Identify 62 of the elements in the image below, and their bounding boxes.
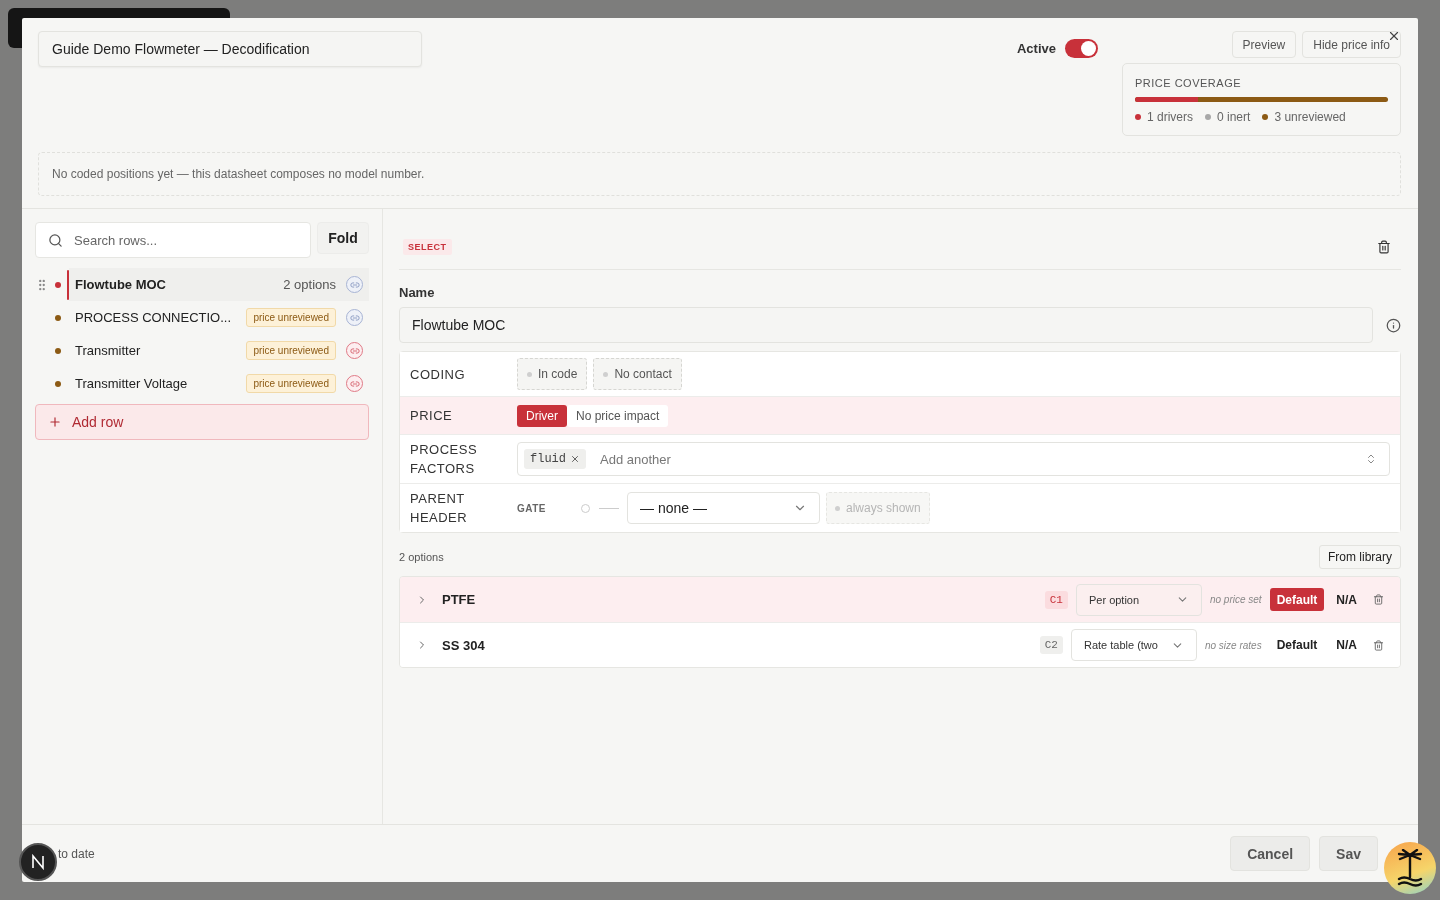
link-icon[interactable] bbox=[346, 342, 363, 359]
price-note: no size rates bbox=[1204, 639, 1262, 651]
save-button[interactable]: Sav bbox=[1319, 836, 1378, 871]
price-option[interactable]: Driver bbox=[517, 404, 567, 427]
hide-price-info-button[interactable]: Hide price info bbox=[1302, 31, 1401, 58]
default-button[interactable]: Default bbox=[1269, 588, 1325, 611]
search-icon bbox=[48, 232, 63, 248]
pricing-select[interactable]: Per option bbox=[1075, 583, 1202, 616]
remove-icon[interactable] bbox=[570, 454, 580, 464]
plus-icon bbox=[48, 415, 62, 429]
from-library-button[interactable]: From library bbox=[1319, 545, 1401, 569]
pricing-select[interactable]: Rate table (two bbox=[1070, 629, 1197, 661]
property-label: PARENT HEADER bbox=[410, 490, 469, 527]
preview-button[interactable]: Preview bbox=[1231, 31, 1297, 58]
tags-field[interactable]: fluid Add another bbox=[517, 442, 1390, 476]
title-field[interactable]: Guide Demo Flowmeter — Decodification bbox=[38, 31, 422, 67]
default-button[interactable]: Default bbox=[1269, 633, 1325, 657]
legend-item: 3 unreviewed bbox=[1262, 110, 1346, 124]
row-item[interactable]: Transmitter Voltage price unreviewed bbox=[69, 367, 369, 400]
active-label: Active bbox=[1016, 41, 1056, 56]
property-label: PRICE bbox=[410, 407, 454, 425]
option-value: N/A bbox=[1336, 638, 1357, 652]
notice-text: No coded positions yet — this datasheet composes no model number. bbox=[52, 167, 425, 181]
search-input[interactable]: Search rows... bbox=[72, 231, 298, 249]
coding-chip[interactable]: No contact bbox=[593, 358, 682, 390]
gate-label: GATE bbox=[517, 502, 548, 514]
row-item[interactable]: Transmitter price unreviewed bbox=[69, 334, 369, 367]
status-chip: always shown bbox=[826, 492, 930, 524]
active-toggle[interactable] bbox=[1065, 39, 1098, 58]
parent-select[interactable]: — none — bbox=[627, 492, 820, 524]
cancel-button[interactable]: Cancel bbox=[1230, 836, 1311, 871]
add-row-button[interactable]: Add row bbox=[35, 404, 369, 440]
option-code: C2 bbox=[1039, 636, 1063, 654]
row-item[interactable]: PROCESS CONNECTIO... price unreviewed bbox=[69, 301, 369, 334]
name-label: Name bbox=[399, 285, 436, 300]
property-label: CODING bbox=[410, 365, 466, 384]
type-tag: SELECT bbox=[403, 239, 452, 255]
option-value: N/A bbox=[1336, 592, 1357, 607]
price-note: no price set bbox=[1209, 594, 1262, 605]
trash-icon[interactable] bbox=[1377, 240, 1391, 254]
row-item[interactable]: Flowtube MOC 2 options bbox=[69, 268, 369, 301]
coding-chip[interactable]: In code bbox=[517, 358, 588, 390]
fold-button[interactable]: Fold bbox=[317, 222, 369, 254]
option-code: C1 bbox=[1044, 590, 1068, 609]
property-label: PROCESS FACTORS bbox=[410, 441, 479, 478]
price-option[interactable]: No price impact bbox=[567, 404, 669, 427]
legend-item: 1 drivers bbox=[1135, 110, 1193, 124]
name-field[interactable]: Flowtube MOC bbox=[399, 307, 1373, 343]
option-row[interactable]: SS 304 C2 Rate table (two no size rates Default N/A bbox=[400, 622, 1400, 667]
card-title: PRICE COVERAGE bbox=[1135, 77, 1243, 89]
option-name: SS 304 bbox=[442, 637, 486, 653]
palm-tree-badge-icon[interactable] bbox=[1384, 842, 1436, 894]
search-field[interactable]: Search rows... bbox=[35, 222, 311, 258]
status-text: to date bbox=[58, 846, 96, 861]
option-name: PTFE bbox=[442, 592, 477, 607]
link-icon[interactable] bbox=[346, 375, 363, 392]
option-row[interactable]: PTFE C1 Per option no price set Default N/A bbox=[400, 577, 1400, 622]
factor-tag: fluid bbox=[524, 449, 586, 469]
up-down-chevron-icon[interactable] bbox=[1365, 453, 1377, 465]
legend-item: 0 inert bbox=[1205, 110, 1251, 124]
info-icon[interactable] bbox=[1386, 317, 1401, 333]
options-count: 2 options bbox=[399, 551, 444, 563]
